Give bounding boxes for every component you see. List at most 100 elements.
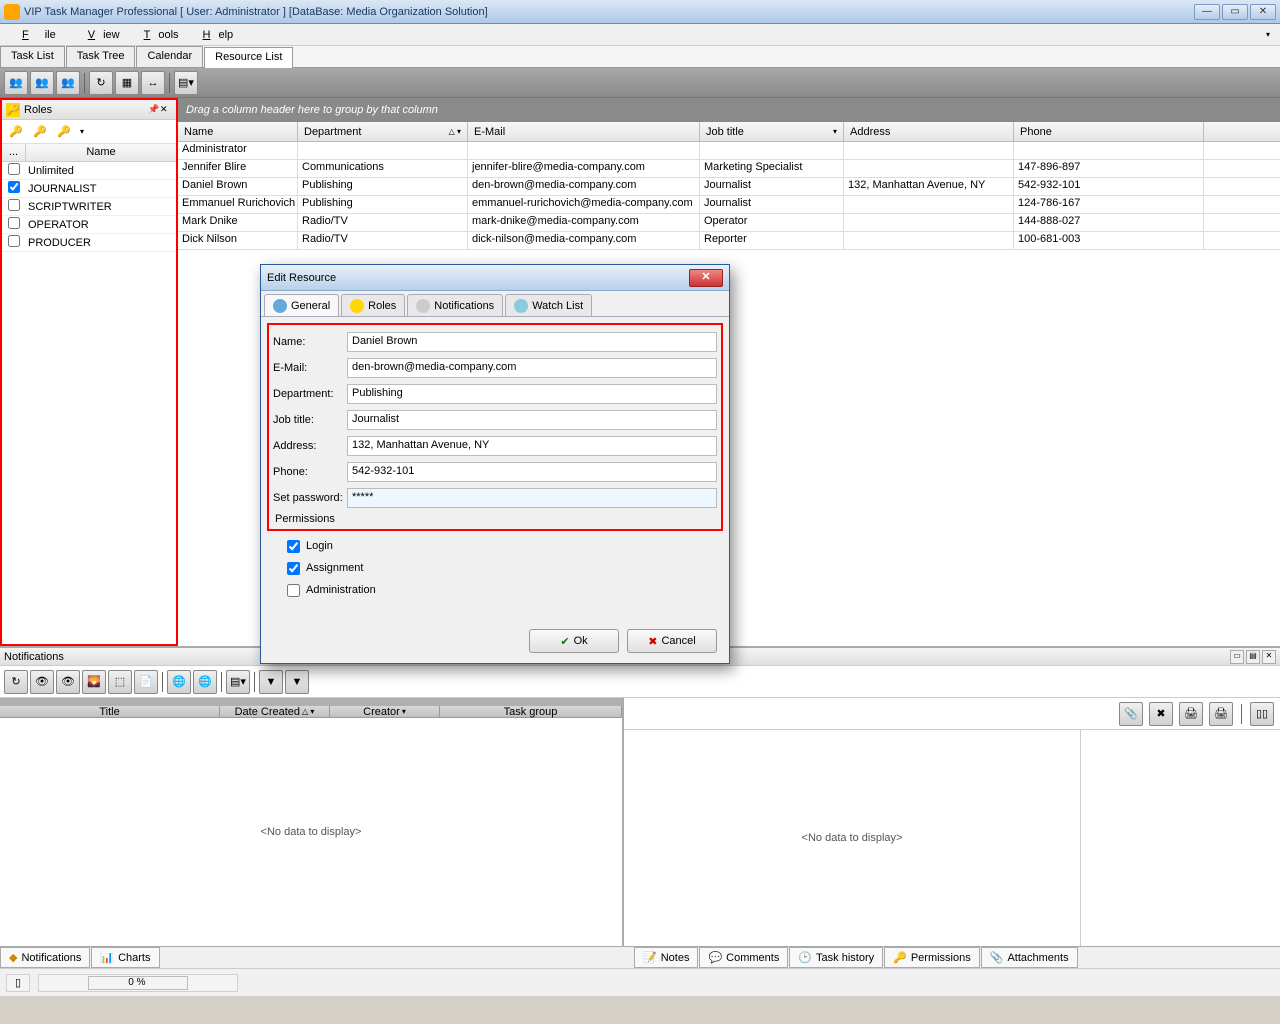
dropdown-icon[interactable]: ▾	[80, 127, 84, 136]
delete-role-button[interactable]: 🔑	[54, 122, 74, 142]
col-name[interactable]: Name	[178, 122, 298, 141]
notif-col-date[interactable]: Date Created △ ▾	[220, 706, 330, 717]
dlg-tab-general[interactable]: General	[264, 294, 339, 316]
role-row[interactable]: Unlimited	[2, 162, 176, 180]
tab-resource-list[interactable]: Resource List	[204, 47, 293, 68]
menu-file[interactable]: File	[6, 27, 72, 43]
resource-row[interactable]: Jennifer Blire Communications jennifer-b…	[178, 160, 1280, 178]
layout-button[interactable]: ▯▯	[1250, 702, 1274, 726]
panel-close-icon[interactable]: ✕	[1262, 650, 1276, 664]
right-btn-2[interactable]: ✖	[1149, 702, 1173, 726]
col-job-title[interactable]: Job title▾	[700, 122, 844, 141]
close-panel-icon[interactable]: ✕	[160, 104, 172, 116]
right-btn-1[interactable]: 📎	[1119, 702, 1143, 726]
btab-notes[interactable]: 📝Notes	[634, 947, 698, 968]
fit-width-button[interactable]: ↔	[141, 71, 165, 95]
notif-col-group[interactable]: Task group	[440, 706, 622, 717]
input-name[interactable]: Daniel Brown	[347, 332, 717, 352]
input-password[interactable]: *****	[347, 488, 717, 508]
dlg-tab-notifications[interactable]: Notifications	[407, 294, 503, 316]
notif-btn-7[interactable]: 🌐	[167, 670, 191, 694]
dialog-close-button[interactable]: ✕	[689, 269, 723, 287]
checkbox-login[interactable]	[287, 540, 300, 553]
checkbox-assignment[interactable]	[287, 562, 300, 575]
col-phone[interactable]: Phone	[1014, 122, 1204, 141]
col-email[interactable]: E-Mail	[468, 122, 700, 141]
notif-refresh-button[interactable]: ↻	[4, 670, 28, 694]
add-role-button[interactable]: 🔑	[6, 122, 26, 142]
role-row[interactable]: SCRIPTWRITER	[2, 198, 176, 216]
notif-btn-3[interactable]: 👁	[56, 670, 80, 694]
panel-pin-icon[interactable]: ▤	[1246, 650, 1260, 664]
role-row[interactable]: OPERATOR	[2, 216, 176, 234]
input-job-title[interactable]: Journalist	[347, 410, 717, 430]
print-preview-button[interactable]: 🖨	[1209, 702, 1233, 726]
maximize-button[interactable]: ▭	[1222, 4, 1248, 20]
menu-overflow-icon[interactable]: ▾	[1262, 28, 1274, 41]
btab-notifications[interactable]: ◆Notifications	[0, 947, 90, 968]
role-row[interactable]: PRODUCER	[2, 234, 176, 252]
toolbar-btn-5[interactable]: ▦	[115, 71, 139, 95]
resource-row[interactable]: Daniel Brown Publishing den-brown@media-…	[178, 178, 1280, 196]
btab-charts[interactable]: 📊Charts	[91, 947, 159, 968]
close-button[interactable]: ✕	[1250, 4, 1276, 20]
input-address[interactable]: 132, Manhattan Avenue, NY	[347, 436, 717, 456]
tab-task-list[interactable]: Task List	[0, 46, 65, 67]
pin-icon[interactable]: 📌	[148, 104, 160, 116]
role-checkbox[interactable]	[8, 199, 20, 211]
dlg-tab-roles[interactable]: Roles	[341, 294, 405, 316]
btab-comments[interactable]: 💬Comments	[699, 947, 788, 968]
refresh-button[interactable]: ↻	[89, 71, 113, 95]
notif-btn-4[interactable]: 🌄	[82, 670, 106, 694]
input-phone[interactable]: 542-932-101	[347, 462, 717, 482]
menu-help[interactable]: Help	[187, 27, 242, 43]
filter-button[interactable]: ▼	[259, 670, 283, 694]
resource-row[interactable]: Mark Dnike Radio/TV mark-dnike@media-com…	[178, 214, 1280, 232]
col-department[interactable]: Department△ ▾	[298, 122, 468, 141]
panel-restore-icon[interactable]: ▭	[1230, 650, 1244, 664]
print-button[interactable]: 🖨	[1179, 702, 1203, 726]
toolbar-btn-2[interactable]: 👥	[30, 71, 54, 95]
notif-btn-6[interactable]: 📄	[134, 670, 158, 694]
btab-attachments[interactable]: 📎Attachments	[981, 947, 1078, 968]
resource-row[interactable]: Dick Nilson Radio/TV dick-nilson@media-c…	[178, 232, 1280, 250]
dlg-tab-watch[interactable]: Watch List	[505, 294, 592, 316]
cell-dept: Radio/TV	[298, 232, 468, 249]
roles-col-check[interactable]: ...	[2, 144, 26, 161]
notif-btn-8[interactable]: 🌐	[193, 670, 217, 694]
resource-row[interactable]: Administrator	[178, 142, 1280, 160]
label-email: E-Mail:	[273, 362, 343, 374]
cancel-button[interactable]: ✖Cancel	[627, 629, 717, 653]
notif-col-title[interactable]: Title	[0, 706, 220, 717]
menu-view[interactable]: View	[72, 27, 128, 43]
minimize-button[interactable]: —	[1194, 4, 1220, 20]
col-address[interactable]: Address	[844, 122, 1014, 141]
toolbar-btn-7[interactable]: ▤▾	[174, 71, 198, 95]
input-email[interactable]: den-brown@media-company.com	[347, 358, 717, 378]
role-checkbox[interactable]	[8, 163, 20, 175]
notif-btn-5[interactable]: ⬚	[108, 670, 132, 694]
btab-permissions[interactable]: 🔑Permissions	[884, 947, 980, 968]
filter-clear-button[interactable]: ▼	[285, 670, 309, 694]
detail-sidebar	[1080, 730, 1280, 946]
roles-col-name[interactable]: Name	[26, 144, 176, 161]
toolbar-btn-1[interactable]: 👥	[4, 71, 28, 95]
role-row[interactable]: JOURNALIST	[2, 180, 176, 198]
role-checkbox[interactable]	[8, 235, 20, 247]
notif-col-creator[interactable]: Creator ▾	[330, 706, 440, 717]
input-department[interactable]: Publishing	[347, 384, 717, 404]
edit-role-button[interactable]: 🔑	[30, 122, 50, 142]
tab-calendar[interactable]: Calendar	[136, 46, 203, 67]
role-checkbox[interactable]	[8, 181, 20, 193]
ok-button[interactable]: ✔Ok	[529, 629, 619, 653]
notif-btn-9[interactable]: ▤▾	[226, 670, 250, 694]
btab-history[interactable]: 🕑Task history	[789, 947, 883, 968]
notif-btn-2[interactable]: 👁	[30, 670, 54, 694]
resource-row[interactable]: Emmanuel Rurichovich Publishing emmanuel…	[178, 196, 1280, 214]
tab-task-tree[interactable]: Task Tree	[66, 46, 136, 67]
group-by-bar[interactable]: Drag a column header here to group by th…	[178, 98, 1280, 122]
checkbox-administration[interactable]	[287, 584, 300, 597]
toolbar-btn-3[interactable]: 👥	[56, 71, 80, 95]
menu-tools[interactable]: Tools	[128, 27, 187, 43]
role-checkbox[interactable]	[8, 217, 20, 229]
